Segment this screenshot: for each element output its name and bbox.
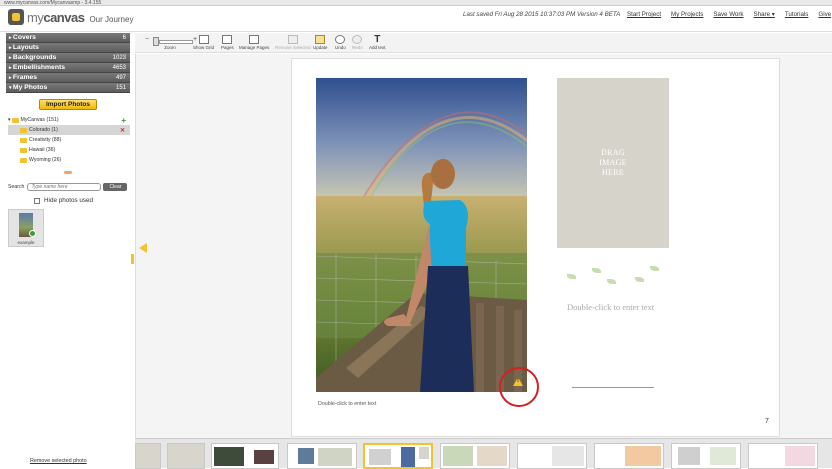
left-sidebar: Covers6 Layouts Backgrounds1023 Embellis… bbox=[6, 33, 130, 468]
page-thumbnail[interactable] bbox=[287, 443, 357, 469]
remove-selected-photo-link[interactable]: Remove selected photo bbox=[30, 458, 87, 464]
tutorials-link[interactable]: Tutorials bbox=[785, 11, 809, 18]
divider-line bbox=[572, 387, 654, 388]
remove-icon bbox=[287, 35, 298, 44]
folder-icon bbox=[11, 117, 19, 123]
update-icon bbox=[315, 35, 326, 44]
used-check-icon bbox=[29, 230, 36, 237]
folder-icon bbox=[20, 147, 27, 153]
editor-toolbar: − + Zoom Show Grid Pages Manage Pages Re… bbox=[135, 33, 832, 53]
page-thumbnail[interactable] bbox=[748, 443, 818, 469]
share-menu-link[interactable]: Share ▾ bbox=[754, 11, 775, 18]
folder-hawaii[interactable]: Hawaii (36) bbox=[8, 145, 130, 155]
zoom-out-icon[interactable]: − bbox=[145, 36, 149, 43]
header-links: Start Project My Projects Save Work Shar… bbox=[627, 11, 831, 18]
photo-thumbnail[interactable]: example bbox=[8, 209, 44, 247]
zoom-control[interactable]: − + Zoom bbox=[145, 35, 197, 50]
page-filmstrip bbox=[135, 438, 832, 469]
redo-icon bbox=[352, 35, 363, 44]
section-my-photos[interactable]: My Photos151 bbox=[6, 83, 130, 93]
page-thumbnail[interactable] bbox=[517, 443, 587, 469]
hide-used-checkbox[interactable] bbox=[34, 197, 40, 204]
zoom-knob[interactable] bbox=[153, 37, 159, 46]
remove-selected-button[interactable]: Remove Selected bbox=[275, 35, 311, 50]
page-thumbnail[interactable] bbox=[211, 443, 279, 469]
photo-image bbox=[316, 78, 527, 392]
add-text-button[interactable]: T Add text bbox=[369, 34, 386, 51]
section-layouts[interactable]: Layouts bbox=[6, 43, 130, 53]
give-link[interactable]: Give bbox=[818, 11, 831, 18]
warning-icon[interactable] bbox=[513, 377, 523, 386]
folder-icon bbox=[20, 127, 27, 133]
show-grid-button[interactable]: Show Grid bbox=[193, 35, 214, 50]
page-thumbnail[interactable] bbox=[167, 443, 205, 469]
leaf-embellishment-icon[interactable] bbox=[650, 266, 659, 271]
folder-icon bbox=[20, 137, 27, 143]
leaf-embellishment-icon[interactable] bbox=[635, 277, 644, 282]
start-project-link[interactable]: Start Project bbox=[627, 11, 661, 18]
drag-image-placeholder[interactable]: DRAG IMAGE HERE bbox=[557, 78, 669, 248]
logo-text: mycanvas bbox=[27, 9, 85, 25]
logo-icon bbox=[8, 9, 24, 25]
search-input[interactable] bbox=[27, 183, 102, 191]
grid-icon bbox=[198, 35, 209, 44]
page-photo[interactable] bbox=[316, 78, 527, 392]
hide-photos-used-toggle[interactable]: Hide photos used bbox=[34, 197, 93, 204]
app-header: mycanvas Our Journey Last saved Fri Aug … bbox=[0, 6, 832, 32]
app-logo: mycanvas Our Journey bbox=[8, 9, 133, 25]
photo-caption-placeholder[interactable]: Double-click to enter text bbox=[318, 401, 376, 407]
page-thumbnail[interactable] bbox=[440, 443, 510, 469]
sidebar-collapse-handle[interactable] bbox=[131, 254, 134, 264]
zoom-slider[interactable]: − + bbox=[145, 35, 197, 47]
page-number: 7 bbox=[765, 418, 769, 425]
text-icon: T bbox=[374, 34, 381, 45]
last-saved-status: Last saved Fri Aug 28 2015 10:37:03 PM V… bbox=[463, 11, 621, 18]
previous-page-arrow-icon[interactable] bbox=[139, 243, 147, 253]
folder-colorado[interactable]: Colorado (1) ✕ bbox=[8, 125, 130, 135]
folder-icon bbox=[20, 157, 27, 163]
folder-root[interactable]: ▾ MyCanvas (151) + bbox=[8, 115, 130, 125]
page-icon bbox=[222, 35, 233, 44]
photo-folder-tree: ▾ MyCanvas (151) + Colorado (1) ✕ Creati… bbox=[8, 115, 130, 165]
photo-search: Search Clear bbox=[8, 182, 130, 192]
project-name: Our Journey bbox=[89, 14, 134, 24]
redo-button[interactable]: Redo bbox=[352, 35, 363, 50]
leaf-embellishment-icon[interactable] bbox=[592, 268, 601, 273]
my-projects-link[interactable]: My Projects bbox=[671, 11, 703, 18]
section-backgrounds[interactable]: Backgrounds1023 bbox=[6, 53, 130, 63]
delete-folder-icon[interactable]: ✕ bbox=[120, 127, 125, 134]
panel-resize-handle[interactable] bbox=[64, 171, 72, 174]
section-embellishments[interactable]: Embellishments4653 bbox=[6, 63, 130, 73]
annotation-circle bbox=[499, 367, 539, 407]
undo-button[interactable]: Undo bbox=[335, 35, 346, 50]
page-thumbnail[interactable] bbox=[671, 443, 741, 469]
page-thumbnail[interactable] bbox=[594, 443, 664, 469]
text-box-placeholder[interactable]: Double-click to enter text bbox=[567, 302, 654, 312]
pages-button[interactable]: Pages bbox=[221, 35, 234, 50]
leaf-embellishment-icon[interactable] bbox=[607, 279, 616, 284]
undo-icon bbox=[335, 35, 346, 44]
page-thumbnail[interactable] bbox=[135, 443, 161, 469]
save-work-link[interactable]: Save Work bbox=[713, 11, 743, 18]
current-page-thumbnail[interactable] bbox=[363, 443, 433, 469]
section-covers[interactable]: Covers6 bbox=[6, 33, 130, 43]
section-frames[interactable]: Frames497 bbox=[6, 73, 130, 83]
zoom-track[interactable] bbox=[159, 40, 193, 44]
import-photos-button[interactable]: Import Photos bbox=[39, 99, 97, 110]
clear-button[interactable]: Clear bbox=[103, 183, 128, 191]
add-folder-icon[interactable]: + bbox=[121, 116, 126, 125]
chevron-down-icon[interactable]: ▾ bbox=[8, 117, 11, 123]
update-button[interactable]: Update bbox=[313, 35, 328, 50]
manage-pages-button[interactable]: Manage Pages bbox=[239, 35, 269, 50]
folder-creativity[interactable]: Creativity (88) bbox=[8, 135, 130, 145]
folder-wyoming[interactable]: Wyoming (26) bbox=[8, 155, 130, 165]
manage-pages-icon bbox=[249, 35, 260, 44]
leaf-embellishment-icon[interactable] bbox=[567, 274, 576, 279]
